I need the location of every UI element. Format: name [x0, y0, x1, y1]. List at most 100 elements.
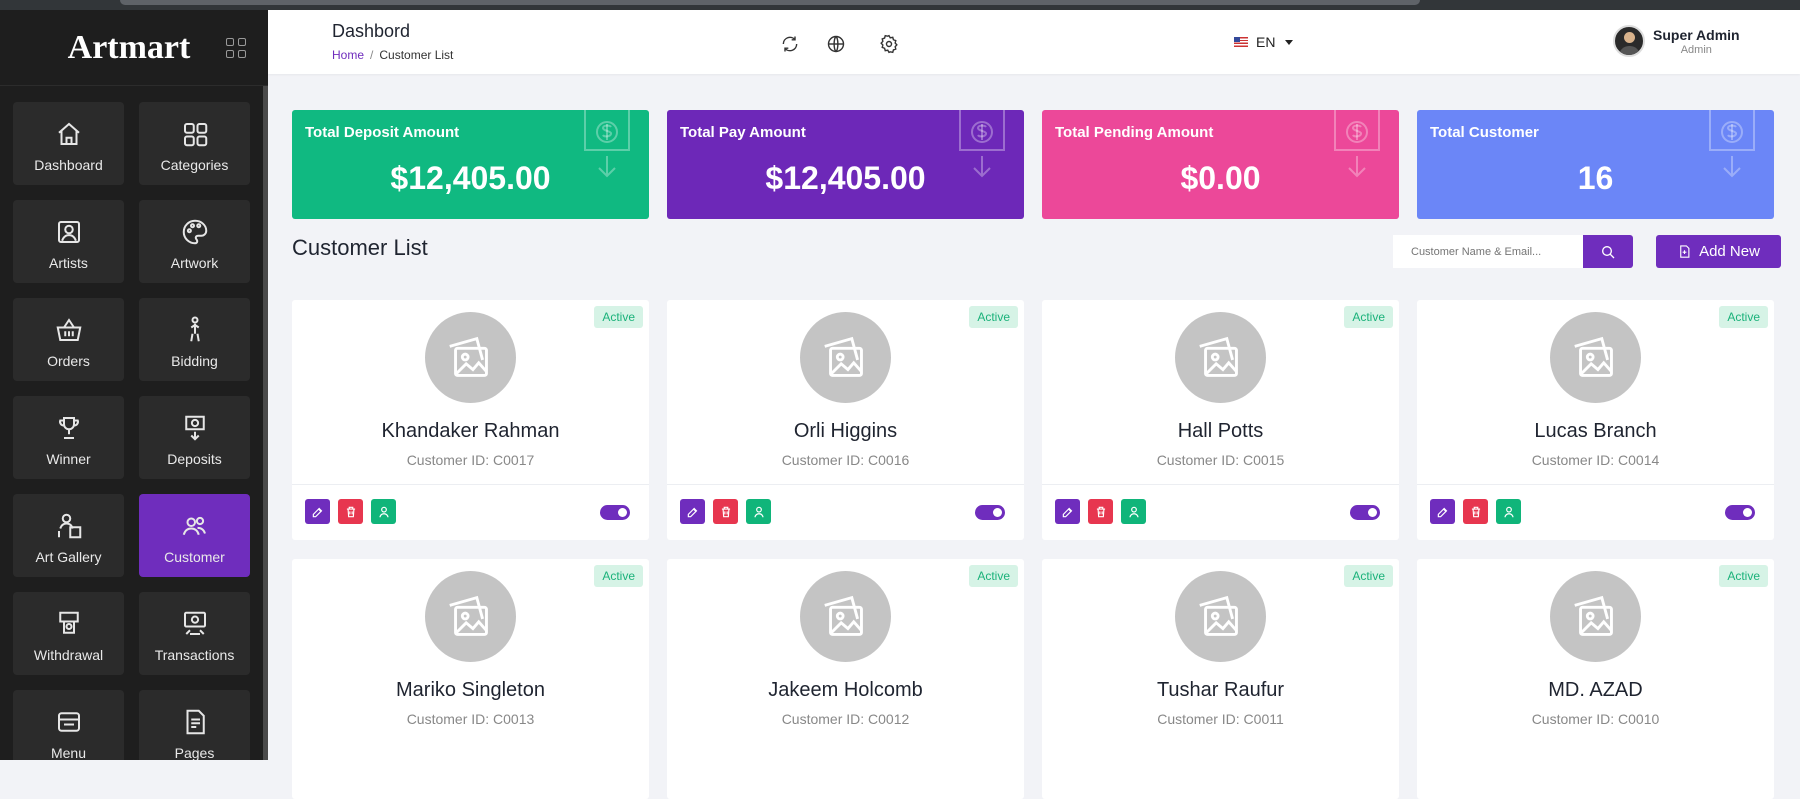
customer-card: Active MD. AZAD Customer ID: C0010	[1417, 559, 1774, 799]
view-profile-button[interactable]	[371, 499, 396, 524]
customer-card: Active Khandaker Rahman Customer ID: C0017	[292, 300, 649, 540]
customer-id: Customer ID: C0012	[781, 711, 910, 727]
sidebar-item-orders[interactable]: Orders	[13, 298, 124, 381]
image-placeholder-icon	[1573, 336, 1613, 377]
customer-icon	[180, 511, 210, 541]
edit-button[interactable]	[1055, 499, 1080, 524]
browser-strip	[0, 0, 1800, 10]
home-icon	[54, 119, 84, 149]
trash-icon	[1471, 506, 1480, 517]
sidebar-item-pages[interactable]: Pages	[139, 690, 250, 760]
money-deposit-icon	[579, 110, 635, 182]
user-name: Super Admin	[1653, 26, 1740, 43]
customer-id: Customer ID: C0015	[1156, 452, 1285, 468]
customer-card: Active Tushar Raufur Customer ID: C0011	[1042, 559, 1399, 799]
stat-title: Total Customer	[1430, 124, 1539, 141]
customer-photo-placeholder	[1175, 571, 1266, 662]
refresh-icon[interactable]	[780, 34, 800, 54]
card-divider	[1042, 484, 1399, 485]
status-toggle[interactable]	[600, 505, 630, 520]
trash-icon	[346, 506, 355, 517]
status-toggle[interactable]	[975, 505, 1005, 520]
user-role: Admin	[1680, 43, 1712, 56]
sidebar-item-customer[interactable]: Customer	[139, 494, 250, 577]
breadcrumb-separator: /	[370, 48, 374, 62]
edit-button[interactable]	[680, 499, 705, 524]
card-actions	[1430, 499, 1521, 524]
customer-photo-placeholder	[425, 312, 516, 403]
caret-down-icon	[1285, 39, 1294, 45]
sidebar-item-label: Artwork	[170, 255, 219, 271]
sidebar-item-transactions[interactable]: Transactions	[139, 592, 250, 675]
status-toggle[interactable]	[1350, 505, 1380, 520]
add-new-label: Add New	[1699, 243, 1760, 260]
breadcrumb-home-link[interactable]: Home	[332, 48, 364, 62]
customer-photo-placeholder	[1550, 312, 1641, 403]
status-badge: Active	[1344, 306, 1393, 328]
stat-title: Total Pending Amount	[1055, 124, 1214, 141]
edit-icon	[1437, 507, 1447, 517]
edit-icon	[312, 507, 322, 517]
sidebar-item-dashboard[interactable]: Dashboard	[13, 102, 124, 185]
sidebar-item-artwork[interactable]: Artwork	[139, 200, 250, 283]
edit-icon	[687, 507, 697, 517]
sidebar: Artmart Dashboard Categories Artists Artwor…	[0, 10, 268, 760]
page-title: Dashbord	[332, 21, 411, 41]
sidebar-scrollbar[interactable]	[263, 86, 268, 760]
basket-icon	[54, 315, 84, 345]
delete-button[interactable]	[1088, 499, 1113, 524]
card-divider	[1417, 484, 1774, 485]
sidebar-item-categories[interactable]: Categories	[139, 102, 250, 185]
user-menu[interactable]: Super Admin Admin	[1613, 25, 1740, 57]
image-placeholder-icon	[1573, 595, 1613, 636]
edit-button[interactable]	[1430, 499, 1455, 524]
sidebar-item-artists[interactable]: Artists	[13, 200, 124, 283]
add-new-button[interactable]: Add New	[1656, 235, 1781, 268]
view-profile-button[interactable]	[746, 499, 771, 524]
edit-icon	[1062, 507, 1072, 517]
menu-icon	[54, 707, 84, 737]
globe-icon[interactable]	[826, 34, 846, 54]
sidebar-item-label: Artists	[49, 255, 88, 271]
user-icon	[1128, 506, 1139, 517]
sidebar-item-label: Menu	[50, 745, 87, 760]
user-avatar	[1613, 25, 1645, 57]
bidding-icon	[180, 315, 210, 345]
grid-toggle-icon[interactable]	[226, 38, 246, 58]
customer-id: Customer ID: C0014	[1531, 452, 1660, 468]
language-selector[interactable]: EN	[1234, 34, 1294, 50]
image-placeholder-icon	[1198, 595, 1238, 636]
stat-card: Total Deposit Amount $12,405.00	[292, 110, 649, 219]
settings-gear-icon[interactable]	[879, 34, 899, 54]
brand-header: Artmart	[0, 10, 268, 86]
gallery-icon	[54, 511, 84, 541]
customer-id: Customer ID: C0013	[406, 711, 535, 727]
stat-title: Total Deposit Amount	[305, 124, 460, 141]
status-toggle[interactable]	[1725, 505, 1755, 520]
status-badge: Active	[1719, 565, 1768, 587]
customer-name: Orli Higgins	[793, 420, 898, 442]
palette-icon	[180, 217, 210, 247]
sidebar-item-withdrawal[interactable]: Withdrawal	[13, 592, 124, 675]
sidebar-item-menu[interactable]: Menu	[13, 690, 124, 760]
sidebar-item-deposits[interactable]: Deposits	[139, 396, 250, 479]
sidebar-item-art-gallery[interactable]: Art Gallery	[13, 494, 124, 577]
delete-button[interactable]	[713, 499, 738, 524]
deposit-icon	[180, 413, 210, 443]
customer-id: Customer ID: C0010	[1531, 711, 1660, 727]
pages-icon	[180, 707, 210, 737]
card-actions	[1055, 499, 1146, 524]
customer-name: Mariko Singleton	[396, 679, 545, 701]
image-placeholder-icon	[448, 595, 488, 636]
delete-button[interactable]	[338, 499, 363, 524]
sidebar-item-label: Pages	[174, 745, 215, 760]
delete-button[interactable]	[1463, 499, 1488, 524]
edit-button[interactable]	[305, 499, 330, 524]
view-profile-button[interactable]	[1496, 499, 1521, 524]
search-button[interactable]	[1583, 235, 1633, 268]
view-profile-button[interactable]	[1121, 499, 1146, 524]
sidebar-item-bidding[interactable]: Bidding	[139, 298, 250, 381]
sidebar-item-winner[interactable]: Winner	[13, 396, 124, 479]
customer-name: Lucas Branch	[1534, 420, 1657, 442]
customer-search-input[interactable]	[1393, 235, 1583, 268]
